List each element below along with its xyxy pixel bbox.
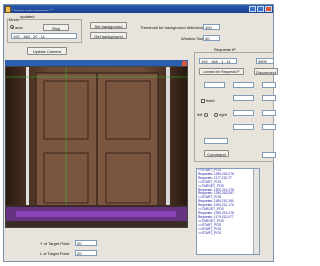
param-field-7[interactable] bbox=[262, 110, 276, 116]
target-y-field[interactable]: 20 bbox=[75, 250, 97, 256]
param-field-4[interactable] bbox=[233, 95, 254, 101]
param-field-10[interactable] bbox=[262, 152, 276, 158]
connect-button[interactable]: connect for Requests IP bbox=[199, 68, 244, 75]
param-field-5[interactable] bbox=[262, 95, 276, 101]
stop-button[interactable]: Stop bbox=[43, 24, 69, 31]
param-field-2[interactable] bbox=[233, 82, 254, 88]
update-camera-button[interactable]: Update Camera bbox=[27, 47, 67, 55]
param-field-6[interactable] bbox=[233, 110, 254, 116]
window-size-field[interactable]: 40 bbox=[203, 35, 220, 41]
auto-radio[interactable] bbox=[10, 25, 14, 29]
param-field-9[interactable] bbox=[262, 124, 276, 130]
log-scrollbar[interactable] bbox=[253, 169, 259, 254]
camera-frame-image bbox=[6, 67, 187, 227]
param-field-8[interactable] bbox=[233, 124, 254, 130]
window-title: ...____ ___ ______ ... bbox=[10, 6, 54, 11]
maximize-button[interactable] bbox=[257, 6, 264, 12]
app-icon bbox=[5, 6, 11, 13]
target-x-label: Y of Target Point bbox=[40, 241, 70, 246]
mode-group bbox=[7, 19, 82, 43]
title-bar[interactable]: ...____ ___ ______ ... bbox=[4, 5, 273, 13]
set-background-button[interactable]: Set background bbox=[90, 22, 127, 29]
video-close-icon[interactable] bbox=[182, 60, 187, 66]
left-radio[interactable] bbox=[204, 113, 208, 117]
port-field[interactable]: 9800 bbox=[256, 58, 274, 64]
right-label: right bbox=[219, 112, 227, 117]
camera-view bbox=[5, 66, 188, 228]
list-item[interactable]: <<START_POS bbox=[197, 231, 259, 236]
requests-ip-field[interactable]: 192 . 168 . 1 . 11 bbox=[199, 58, 237, 64]
fixed-checkbox[interactable] bbox=[201, 99, 205, 103]
target-y-label: L of Target Point bbox=[40, 251, 69, 256]
threshold-field[interactable]: 100 bbox=[203, 24, 220, 30]
minimize-button[interactable] bbox=[249, 6, 256, 12]
target-x-field[interactable]: 20 bbox=[75, 240, 97, 246]
threshold-label: Threshold for background detection bbox=[140, 25, 203, 30]
param-field-3[interactable] bbox=[262, 82, 276, 88]
log-listbox[interactable]: <<START_POS Requests: 1290,202,076 Reque… bbox=[196, 168, 260, 255]
right-radio[interactable] bbox=[214, 113, 218, 117]
close-button[interactable] bbox=[265, 6, 272, 12]
disconnect-button[interactable]: Disconnect bbox=[254, 68, 278, 75]
param-field-1[interactable] bbox=[204, 82, 225, 88]
auto-label: auto bbox=[15, 25, 23, 30]
left-label: left bbox=[197, 112, 203, 117]
command-button[interactable]: Command bbox=[204, 150, 229, 157]
mode-group-label: Mode bbox=[9, 17, 20, 22]
command-input[interactable] bbox=[204, 138, 228, 144]
window-size-label: Window Size bbox=[181, 36, 205, 41]
camera-ip-field[interactable]: 192 . 168 . 20 . 11 bbox=[11, 33, 77, 39]
get-background-button[interactable]: Get background bbox=[90, 32, 127, 39]
fixed-label: fixed bbox=[206, 98, 215, 103]
